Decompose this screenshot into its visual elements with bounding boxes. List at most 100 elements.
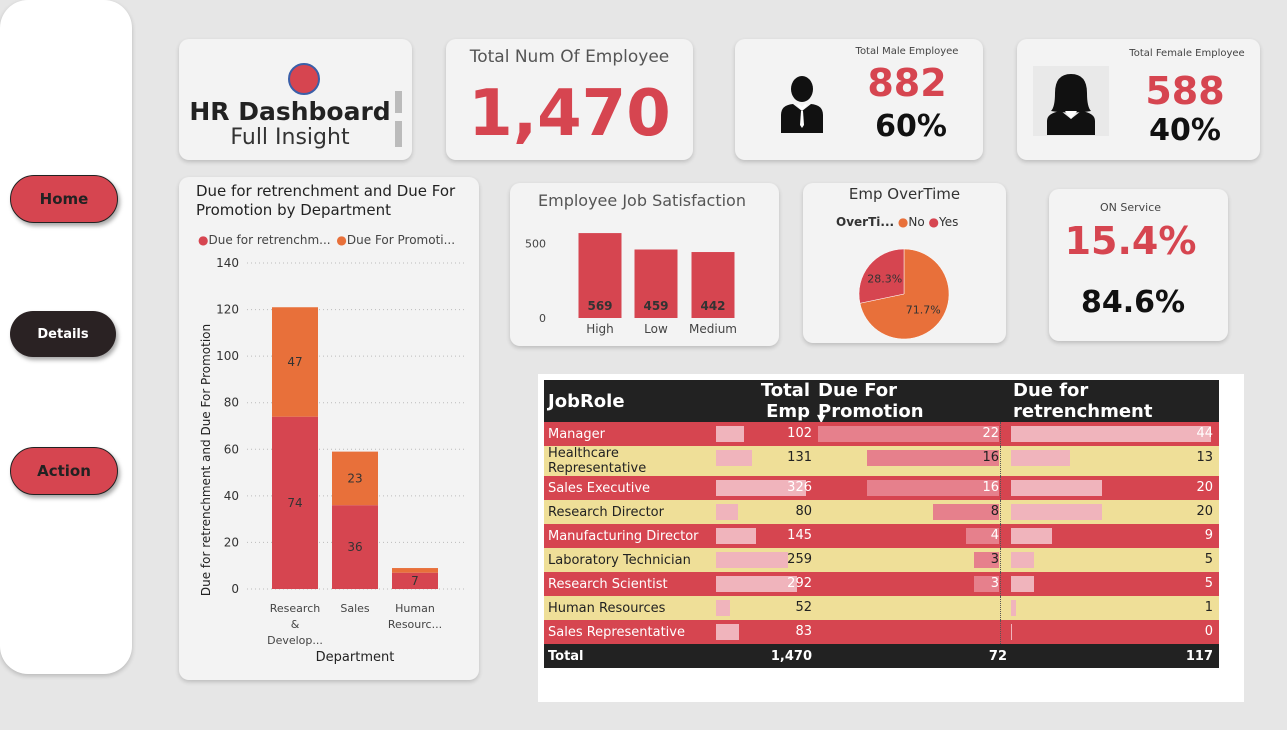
total-emp-bar <box>716 600 731 616</box>
due-retrenchment-value: 20 <box>1196 480 1213 495</box>
jobrole-cell: Sales Executive <box>544 476 716 500</box>
table-row[interactable]: Manufacturing Director 145 4 9 <box>544 524 1219 548</box>
bar-data-label: 74 <box>287 496 302 510</box>
table-row[interactable]: Research Scientist 292 3 5 <box>544 572 1219 596</box>
y-tick-label: 20 <box>224 535 239 549</box>
sidebar: Home Details Action <box>0 0 132 674</box>
home-button[interactable]: Home <box>10 175 118 223</box>
due-promotion-cell: 4 <box>814 524 1009 548</box>
due-retrenchment-value: 20 <box>1196 504 1213 519</box>
due-promotion-bar <box>818 426 999 442</box>
y-axis-ticks: 0 20 40 60 80 100 120 140 <box>216 256 239 596</box>
due-retrenchment-bar <box>1011 528 1052 544</box>
total-emp-value: 102 <box>787 426 812 441</box>
table-row[interactable]: Manager 102 22 44 <box>544 422 1219 446</box>
col-header-jobrole[interactable]: JobRole <box>544 380 716 422</box>
overtime-card: Emp OverTime OverTi... ●No ●Yes 71.7% 28.… <box>803 183 1006 343</box>
due-retrenchment-bar <box>1011 480 1102 496</box>
due-retrenchment-bar <box>1011 552 1034 568</box>
due-promotion-cell: 3 <box>814 548 1009 572</box>
y-tick-label: 40 <box>224 489 239 503</box>
y-tick-label: 80 <box>224 396 239 410</box>
male-label: Total Male Employee <box>855 46 959 57</box>
table-row[interactable]: Human Resources 52 1 <box>544 596 1219 620</box>
col-header-due-promotion[interactable]: Due For Promotion ▼ <box>814 380 1009 425</box>
on-service-card: ON Service 15.4% 84.6% <box>1049 189 1228 341</box>
jobrole-cell: Manager <box>544 422 716 446</box>
male-percentage: 60% <box>875 109 947 144</box>
due-retrenchment-bar <box>1011 624 1012 640</box>
overtime-pie-chart: 71.7% 28.3% <box>858 248 950 340</box>
total-emp-bar <box>716 528 757 544</box>
job-satisfaction-chart: 0 500 569 459 442 High Low Medium <box>525 233 737 336</box>
total-emp-cell: 145 <box>716 524 814 548</box>
col-header-due-retrenchment[interactable]: Due for retrenchment <box>1009 380 1219 422</box>
y-axis-title: Due for retrenchment and Due For Promoti… <box>199 324 213 596</box>
due-retrenchment-value: 1 <box>1204 600 1213 615</box>
details-button[interactable]: Details <box>10 311 116 357</box>
x-axis-labels: High Low Medium <box>586 322 737 336</box>
total-emp-bar <box>716 624 739 640</box>
table-row[interactable]: Healthcare Representative 131 16 13 <box>544 446 1219 476</box>
total-emp-bar <box>716 450 753 466</box>
table-row[interactable]: Sales Representative 83 0 <box>544 620 1219 644</box>
bar-segment[interactable] <box>392 568 438 573</box>
job-satisfaction-card: Employee Job Satisfaction 0 500 569 459 442… <box>510 183 779 346</box>
total-employee-card: Total Num Of Employee 1,470 <box>446 39 693 160</box>
table-row[interactable]: Sales Executive 326 16 20 <box>544 476 1219 500</box>
total-emp-cell: 292 <box>716 572 814 596</box>
col-header-total-emp[interactable]: Total Emp <box>716 380 814 422</box>
table-header-row: JobRole Total Emp Due For Promotion ▼ Du… <box>544 380 1219 425</box>
due-promotion-cell: 16 <box>814 476 1009 500</box>
total-emp-value: 326 <box>787 480 812 495</box>
bar-data-label: 23 <box>347 471 362 485</box>
jobrole-table-panel: JobRole Total Emp Due For Promotion ▼ Du… <box>538 374 1244 702</box>
y-tick-label: 60 <box>224 442 239 456</box>
x-tick-label: Research & Develop... <box>267 602 323 647</box>
y-tick-label: 500 <box>525 237 546 250</box>
total-promotion-sum: 72 <box>814 644 1009 668</box>
table-row[interactable]: Research Director 80 8 20 <box>544 500 1219 524</box>
page-subtitle: Full Insight <box>230 125 350 150</box>
jobrole-cell: Laboratory Technician <box>544 548 716 572</box>
due-promotion-bar <box>933 504 999 520</box>
action-button[interactable]: Action <box>10 447 118 495</box>
female-person-icon <box>1047 74 1095 135</box>
jobrole-cell: Research Scientist <box>544 572 716 596</box>
data-labels: 569 459 442 <box>587 299 725 313</box>
total-emp-value: 80 <box>795 504 812 519</box>
jobrole-cell: Healthcare Representative <box>544 446 716 476</box>
details-button-label: Details <box>37 326 89 342</box>
pie-data-label: 28.3% <box>867 272 902 285</box>
male-count: 882 <box>867 61 947 105</box>
male-person-icon <box>781 76 823 133</box>
due-retrenchment-value: 13 <box>1196 450 1213 465</box>
y-tick-label: 0 <box>231 582 239 596</box>
home-button-label: Home <box>39 190 89 208</box>
due-retrenchment-value: 5 <box>1204 576 1213 591</box>
total-emp-bar <box>716 504 739 520</box>
due-retrenchment-cell: 5 <box>1009 572 1219 596</box>
due-retrenchment-bar <box>1011 600 1016 616</box>
y-axis-ticks: 0 500 <box>525 237 546 325</box>
total-employee-value: 1,470 <box>468 77 671 151</box>
y-tick-label: 140 <box>216 256 239 270</box>
due-retrenchment-cell: 20 <box>1009 476 1219 500</box>
action-button-label: Action <box>37 462 91 480</box>
due-retrenchment-bar <box>1011 426 1211 442</box>
total-label: Total <box>544 644 716 668</box>
total-emp-value: 83 <box>795 624 812 639</box>
jobrole-cell: Manufacturing Director <box>544 524 716 548</box>
bar-data-label: 442 <box>700 299 725 313</box>
due-retrenchment-value: 44 <box>1196 426 1213 441</box>
bar-data-label: 569 <box>587 299 612 313</box>
bar-data-label: 7 <box>411 574 419 588</box>
total-emp-bar <box>716 576 797 592</box>
pie-data-label: 71.7% <box>906 304 941 317</box>
on-service-label: ON Service <box>1099 201 1162 214</box>
jobrole-cell: Research Director <box>544 500 716 524</box>
due-promotion-value: 16 <box>982 480 999 495</box>
total-emp-sum: 1,470 <box>716 644 814 668</box>
total-emp-cell: 259 <box>716 548 814 572</box>
table-row[interactable]: Laboratory Technician 259 3 5 <box>544 548 1219 572</box>
